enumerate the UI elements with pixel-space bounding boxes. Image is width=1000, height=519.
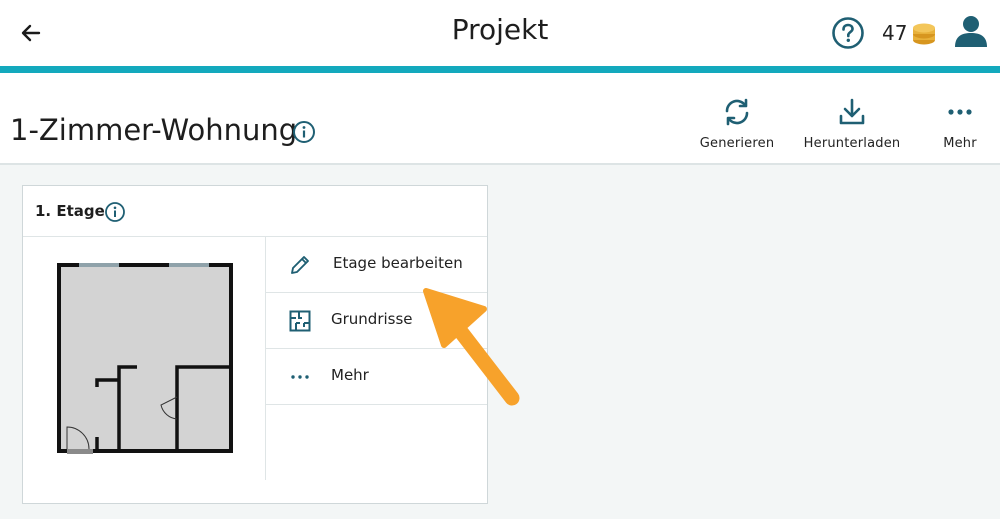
pencil-icon (291, 256, 309, 274)
floor-menu: Etage bearbeiten Grundrisse Mehr (266, 237, 487, 405)
coin-stack-icon (913, 23, 936, 45)
accent-stripe (0, 66, 1000, 73)
floor-more-menu-item[interactable]: Mehr (266, 349, 487, 405)
download-button[interactable]: Herunterladen (802, 96, 902, 156)
floorplan-preview[interactable] (23, 237, 266, 480)
floor-more-label: Mehr (331, 366, 369, 384)
question-circle-icon (832, 17, 864, 49)
help-button[interactable] (830, 15, 866, 51)
generate-label: Generieren (699, 136, 775, 151)
refresh-icon (725, 98, 749, 126)
project-info-button[interactable] (292, 120, 316, 144)
floorplan-thumbnail (57, 263, 233, 454)
generate-button[interactable]: Generieren (687, 96, 787, 156)
top-bar: Projekt 47 (0, 0, 1000, 66)
floor-title: 1. Etage (35, 202, 105, 220)
back-button[interactable] (14, 16, 48, 50)
edit-floor-label: Etage bearbeiten (333, 254, 463, 272)
more-horizontal-icon (291, 375, 309, 379)
project-name: 1-Zimmer-Wohnung (10, 113, 298, 147)
user-button[interactable] (952, 14, 990, 50)
more-horizontal-icon (948, 109, 972, 115)
floor-card-header: 1. Etage (23, 186, 487, 237)
floor-card: 1. Etage Etage bearbeiten Grundrisse Meh… (22, 185, 488, 504)
floorplans-menu-item[interactable]: Grundrisse (266, 293, 487, 349)
info-icon (105, 202, 125, 222)
credits-display[interactable]: 47 (882, 20, 937, 46)
more-actions-label: Mehr (943, 136, 977, 151)
edit-floor-menu-item[interactable]: Etage bearbeiten (266, 237, 487, 293)
download-icon (839, 98, 865, 125)
user-icon (955, 16, 987, 47)
more-actions-button[interactable]: Mehr (910, 96, 1000, 156)
floorplan-icon (289, 310, 311, 332)
credits-count: 47 (882, 21, 908, 45)
download-label: Herunterladen (803, 136, 901, 151)
arrow-left-icon (21, 24, 41, 42)
floor-info-button[interactable] (104, 201, 126, 223)
floorplans-label: Grundrisse (331, 310, 413, 328)
info-icon (293, 121, 315, 143)
